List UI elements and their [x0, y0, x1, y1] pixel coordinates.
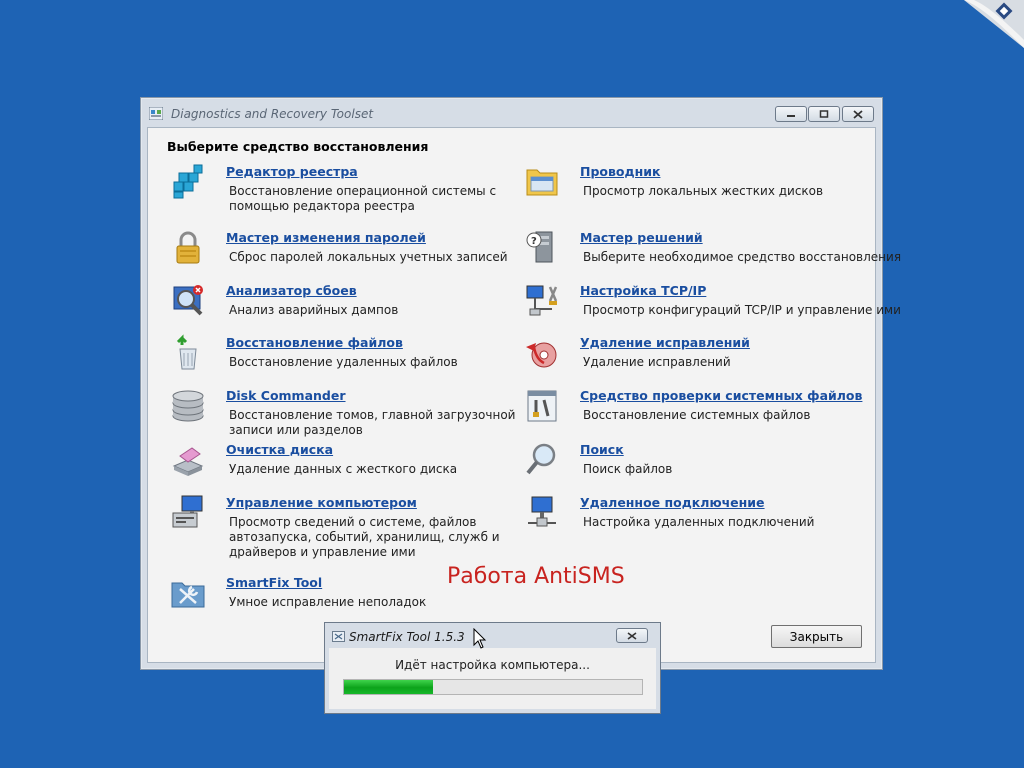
- recovery-toolset-window: Diagnostics and Recovery Toolset Выберит…: [140, 97, 901, 670]
- tcpip-link[interactable]: Настройка TCP/IP: [580, 283, 910, 298]
- tool-explorer: Проводник Просмотр локальных жестких дис…: [526, 164, 910, 199]
- sfc-link[interactable]: Средство проверки системных файлов: [580, 388, 910, 403]
- solution-wizard-icon: ?: [526, 231, 553, 263]
- remote-connection-icon: [528, 496, 556, 527]
- tool-remote-connection: Удаленное подключение Настройка удаленны…: [528, 495, 910, 530]
- tool-hotfix-uninstall: Удаление исправлений Удаление исправлени…: [526, 335, 910, 370]
- crash-analyzer-link[interactable]: Анализатор сбоев: [226, 283, 556, 298]
- window-client-area: Выберите средство восстановления Редакто…: [147, 127, 901, 663]
- tool-registry-editor: Редактор реестра Восстановление операцио…: [173, 164, 556, 214]
- smartfix-progress-dialog: SmartFix Tool 1.5.3 Идёт настройка компь…: [324, 622, 661, 714]
- computer-management-icon: [172, 495, 203, 528]
- registry-editor-desc: Восстановление операционной системы с по…: [229, 184, 497, 213]
- password-wizard-desc: Сброс паролей локальных учетных записей: [229, 250, 508, 264]
- computer-management-desc: Просмотр сведений о системе, файлов авто…: [229, 515, 500, 559]
- progress-message: Идёт настройка компьютера...: [395, 658, 590, 672]
- crash-analyzer-icon: [173, 285, 203, 316]
- dialog-title: SmartFix Tool 1.5.3: [349, 630, 465, 644]
- tool-search: Поиск Поиск файлов: [526, 442, 910, 477]
- tool-disk-wipe: Очистка диска Удаление данных с жесткого…: [172, 442, 556, 477]
- hotfix-uninstall-desc: Удаление исправлений: [583, 355, 731, 369]
- close-button[interactable]: Закрыть: [771, 625, 862, 648]
- window-title: Diagnostics and Recovery Toolset: [171, 107, 374, 121]
- solution-wizard-link[interactable]: Мастер решений: [580, 230, 910, 245]
- lock-icon: [176, 231, 200, 264]
- remote-connection-link[interactable]: Удаленное подключение: [580, 495, 910, 510]
- solution-wizard-desc: Выберите необходимое средство восстановл…: [583, 250, 902, 264]
- corner-flip-logo: [964, 0, 1024, 48]
- progress-bar: [343, 679, 643, 695]
- dialog-app-icon: [332, 631, 345, 642]
- system-file-checker-icon: [527, 390, 557, 422]
- tool-password-wizard: Мастер изменения паролей Сброс паролей л…: [176, 230, 556, 265]
- app-icon: [149, 107, 163, 120]
- remote-connection-desc: Настройка удаленных подключений: [583, 515, 815, 529]
- registry-editor-icon: [173, 164, 203, 199]
- disk-wipe-desc: Удаление данных с жесткого диска: [229, 462, 458, 476]
- tool-tcpip: Настройка TCP/IP Просмотр конфигураций T…: [526, 283, 910, 318]
- file-restore-link[interactable]: Восстановление файлов: [226, 335, 556, 350]
- minimize-button[interactable]: [775, 106, 807, 122]
- sfc-desc: Восстановление системных файлов: [583, 408, 811, 422]
- disk-commander-desc: Восстановление томов, главной загрузочно…: [229, 408, 516, 437]
- title-bar[interactable]: Diagnostics and Recovery Toolset: [141, 98, 882, 128]
- network-config-icon: [526, 285, 558, 316]
- hotfix-uninstall-link[interactable]: Удаление исправлений: [580, 335, 910, 350]
- tool-solution-wizard: ? Мастер решений Выберите необходимое ср…: [526, 230, 910, 265]
- minimize-icon: [787, 115, 795, 117]
- disk-stack-icon: [172, 390, 204, 422]
- maximize-button[interactable]: [808, 106, 840, 122]
- tcpip-desc: Просмотр конфигураций TCP/IP и управлени…: [583, 303, 901, 317]
- explorer-desc: Просмотр локальных жестких дисков: [583, 184, 824, 198]
- search-link[interactable]: Поиск: [580, 442, 910, 457]
- explorer-link[interactable]: Проводник: [580, 164, 910, 179]
- magnifier-icon: [526, 443, 556, 475]
- tool-computer-management: Управление компьютером Просмотр сведений…: [172, 495, 556, 560]
- crash-analyzer-desc: Анализ аварийных дампов: [229, 303, 399, 317]
- dialog-client-area: Идёт настройка компьютера...: [329, 648, 656, 709]
- tool-crash-analyzer: Анализатор сбоев Анализ аварийных дампов: [173, 283, 556, 318]
- close-icon: [853, 109, 863, 119]
- watermark-text: Работа AntiSMS: [447, 564, 625, 589]
- disk-commander-link[interactable]: Disk Commander: [226, 388, 556, 403]
- progress-bar-fill: [344, 680, 434, 694]
- computer-management-link[interactable]: Управление компьютером: [226, 495, 556, 510]
- recycle-bin-icon: [176, 334, 197, 370]
- dialog-close-button[interactable]: [616, 628, 648, 643]
- smartfix-desc: Умное исправление неполадок: [229, 595, 427, 609]
- tool-disk-commander: Disk Commander Восстановление томов, гла…: [172, 388, 556, 438]
- file-restore-desc: Восстановление удаленных файлов: [229, 355, 458, 369]
- search-desc: Поиск файлов: [583, 462, 673, 476]
- page-heading: Выберите средство восстановления: [167, 139, 429, 154]
- toolbox-icon: [171, 582, 205, 608]
- tool-sfc: Средство проверки системных файлов Восст…: [527, 388, 910, 423]
- registry-editor-link[interactable]: Редактор реестра: [226, 164, 556, 179]
- close-window-button[interactable]: [842, 106, 874, 122]
- password-wizard-link[interactable]: Мастер изменения паролей: [226, 230, 556, 245]
- explorer-folder-icon: [526, 169, 558, 196]
- mouse-cursor-icon: [473, 628, 487, 649]
- close-icon: [627, 631, 637, 640]
- eraser-disk-icon: [172, 447, 204, 476]
- tool-file-restore: Восстановление файлов Восстановление уда…: [176, 334, 556, 370]
- disk-wipe-link[interactable]: Очистка диска: [226, 442, 556, 457]
- hotfix-uninstall-icon: [526, 342, 557, 368]
- maximize-icon: [819, 110, 829, 118]
- svg-text:?: ?: [531, 236, 537, 247]
